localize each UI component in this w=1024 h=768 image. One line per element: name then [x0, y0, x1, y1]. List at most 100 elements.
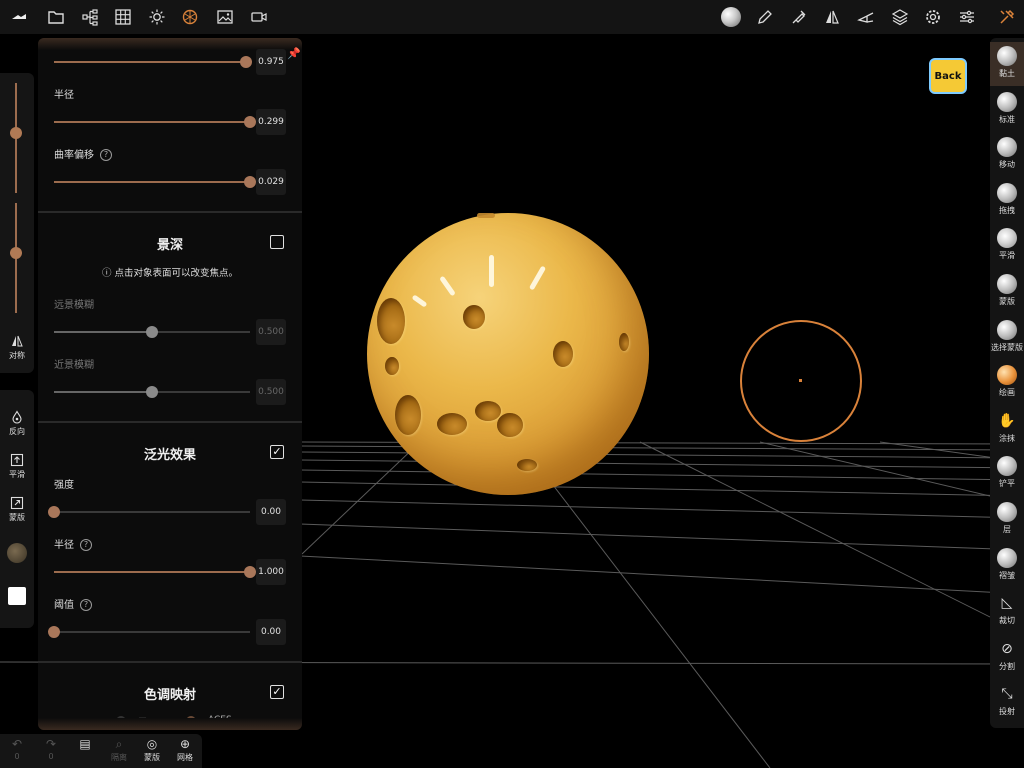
tool-select-mask[interactable]: 选择蒙版 [990, 316, 1024, 360]
stroke-icon[interactable] [786, 4, 812, 30]
tonemap-checkbox[interactable]: ✓ [270, 685, 284, 699]
invert-toggle[interactable]: 反向 [0, 410, 34, 437]
curvature-value[interactable]: 0.029 [256, 169, 286, 195]
isolate-button[interactable]: ⌕ 隔离 [104, 737, 134, 763]
curvature-label-text: 曲率偏移 [54, 150, 94, 161]
tool-crease[interactable]: 褶皱 [990, 544, 1024, 588]
drag-brush-icon [997, 182, 1017, 203]
scene-logo-icon[interactable] [6, 4, 32, 30]
bloom-checkbox[interactable]: ✓ [270, 445, 284, 459]
tool-move-brush[interactable]: 移动 [990, 133, 1024, 177]
left-tool-strip: 对称 [0, 73, 34, 373]
tool-layer-brush[interactable]: 层 [990, 498, 1024, 542]
camera-icon[interactable] [853, 4, 879, 30]
redo-button[interactable]: ↷ 0 [36, 737, 66, 761]
folder-icon[interactable] [43, 4, 69, 30]
radius-slider[interactable] [54, 116, 256, 128]
intensity-vertical-slider-knob[interactable] [10, 246, 22, 259]
symmetry-toggle[interactable]: 对称 [0, 334, 34, 361]
bloom-threshold-label: 阈值? [54, 596, 92, 611]
tool-paint-brush[interactable]: 绘画 [990, 361, 1024, 405]
move-brush-icon [997, 137, 1017, 158]
tool-drag-brush[interactable]: 拖拽 [990, 179, 1024, 223]
far-blur-slider[interactable] [54, 326, 250, 338]
bloom-threshold-slider[interactable] [48, 626, 250, 638]
bloom-threshold-label-text: 阈值 [54, 600, 74, 611]
light-icon[interactable] [144, 4, 170, 30]
bloom-radius-slider[interactable] [54, 566, 256, 578]
layers-icon[interactable] [887, 4, 913, 30]
wireframe-button[interactable]: ⊕ 网格 [170, 737, 200, 763]
grid-icon[interactable] [110, 4, 136, 30]
crater [497, 413, 523, 437]
mask-visibility-button[interactable]: ◎ 蒙版 [137, 737, 167, 763]
video-icon[interactable] [246, 4, 272, 30]
split-icon: ⊘ [1001, 640, 1013, 657]
sculpt-sphere[interactable] [367, 213, 649, 495]
tool-smudge[interactable]: ✋ 涂抹 [990, 407, 1024, 451]
symmetry-icon[interactable] [819, 4, 845, 30]
image-icon[interactable] [212, 4, 238, 30]
top-slider[interactable] [54, 56, 253, 68]
paint-brush-icon [997, 365, 1017, 386]
bloom-intensity-slider[interactable] [48, 506, 250, 518]
mask-label: 蒙版 [9, 513, 25, 522]
pen-icon[interactable] [752, 4, 778, 30]
help-icon[interactable]: ? [80, 539, 92, 551]
color-swatch[interactable] [8, 587, 26, 605]
tool-label: 涂抹 [999, 433, 1015, 443]
bloom-title: 泛光效果 [143, 448, 196, 463]
tool-clay-brush[interactable]: 黏土 [990, 42, 1024, 86]
help-icon[interactable]: ? [100, 149, 112, 161]
tool-mask-brush[interactable]: 蒙版 [990, 270, 1024, 314]
bloom-intensity-value[interactable]: 0.00 [256, 499, 286, 525]
mask-toggle[interactable]: 蒙版 [0, 496, 34, 523]
crater [385, 357, 399, 375]
tool-standard-brush[interactable]: 标准 [990, 88, 1024, 132]
tool-project[interactable]: ⤡ 投射 [990, 680, 1024, 724]
tool-flatten[interactable]: 铲平 [990, 452, 1024, 496]
material-swatch[interactable] [7, 543, 27, 563]
drop-icon [12, 410, 22, 424]
bloom-threshold-value[interactable]: 0.00 [256, 619, 286, 645]
tool-split[interactable]: ⊘ 分割 [990, 635, 1024, 679]
tools-icon[interactable] [994, 4, 1020, 30]
far-blur-value[interactable]: 0.500 [256, 319, 286, 345]
undo-count: 0 [14, 752, 20, 761]
undo-button[interactable]: ↶ 0 [2, 737, 32, 761]
redo-icon: ↷ [45, 737, 57, 751]
curvature-label: 曲率偏移? [54, 146, 112, 161]
tool-label: 裁切 [999, 616, 1015, 626]
material-icon[interactable] [177, 4, 203, 30]
scene-tree-icon[interactable] [77, 4, 103, 30]
select-mask-icon [997, 319, 1017, 340]
bloom-radius-value[interactable]: 1.000 [256, 559, 286, 585]
back-button[interactable]: Back [929, 58, 967, 94]
tool-label: 铲平 [999, 479, 1015, 489]
smooth-brush-icon [997, 228, 1017, 249]
pin-icon[interactable]: 📌 [287, 47, 301, 60]
radius-label: 半径 [54, 90, 74, 101]
tool-trim[interactable]: ◺ 裁切 [990, 589, 1024, 633]
tool-smooth-brush[interactable]: 平滑 [990, 224, 1024, 268]
help-icon[interactable]: ? [80, 599, 92, 611]
pole-dimple [477, 213, 495, 218]
radius-vertical-slider-knob[interactable] [10, 126, 22, 139]
brush-toolbar: 黏土标准移动 拖拽 平滑 蒙版 选择蒙版 绘画 ✋ 涂抹铲平层褶皱 ◺ 裁切 ⊘ 分割 ⤡ 投射 [990, 38, 1024, 728]
top-slider-value[interactable]: 0.975 [256, 49, 286, 75]
near-blur-label: 近景模糊 [54, 360, 94, 371]
dof-checkbox[interactable] [270, 235, 284, 249]
smooth-label: 平滑 [9, 470, 25, 479]
curvature-slider[interactable] [54, 176, 256, 188]
crater [395, 395, 421, 435]
sliders-icon[interactable] [954, 4, 980, 30]
layer-brush-icon [997, 502, 1017, 522]
radius-value[interactable]: 0.299 [256, 109, 286, 135]
history-button[interactable]: ▤ [70, 737, 100, 752]
smooth-toggle[interactable]: 平滑 [0, 453, 34, 480]
near-blur-slider[interactable] [54, 386, 250, 398]
near-blur-value[interactable]: 0.500 [256, 379, 286, 405]
tool-label: 标准 [999, 114, 1015, 124]
matcap-icon[interactable] [718, 4, 744, 30]
settings-icon[interactable] [920, 4, 946, 30]
